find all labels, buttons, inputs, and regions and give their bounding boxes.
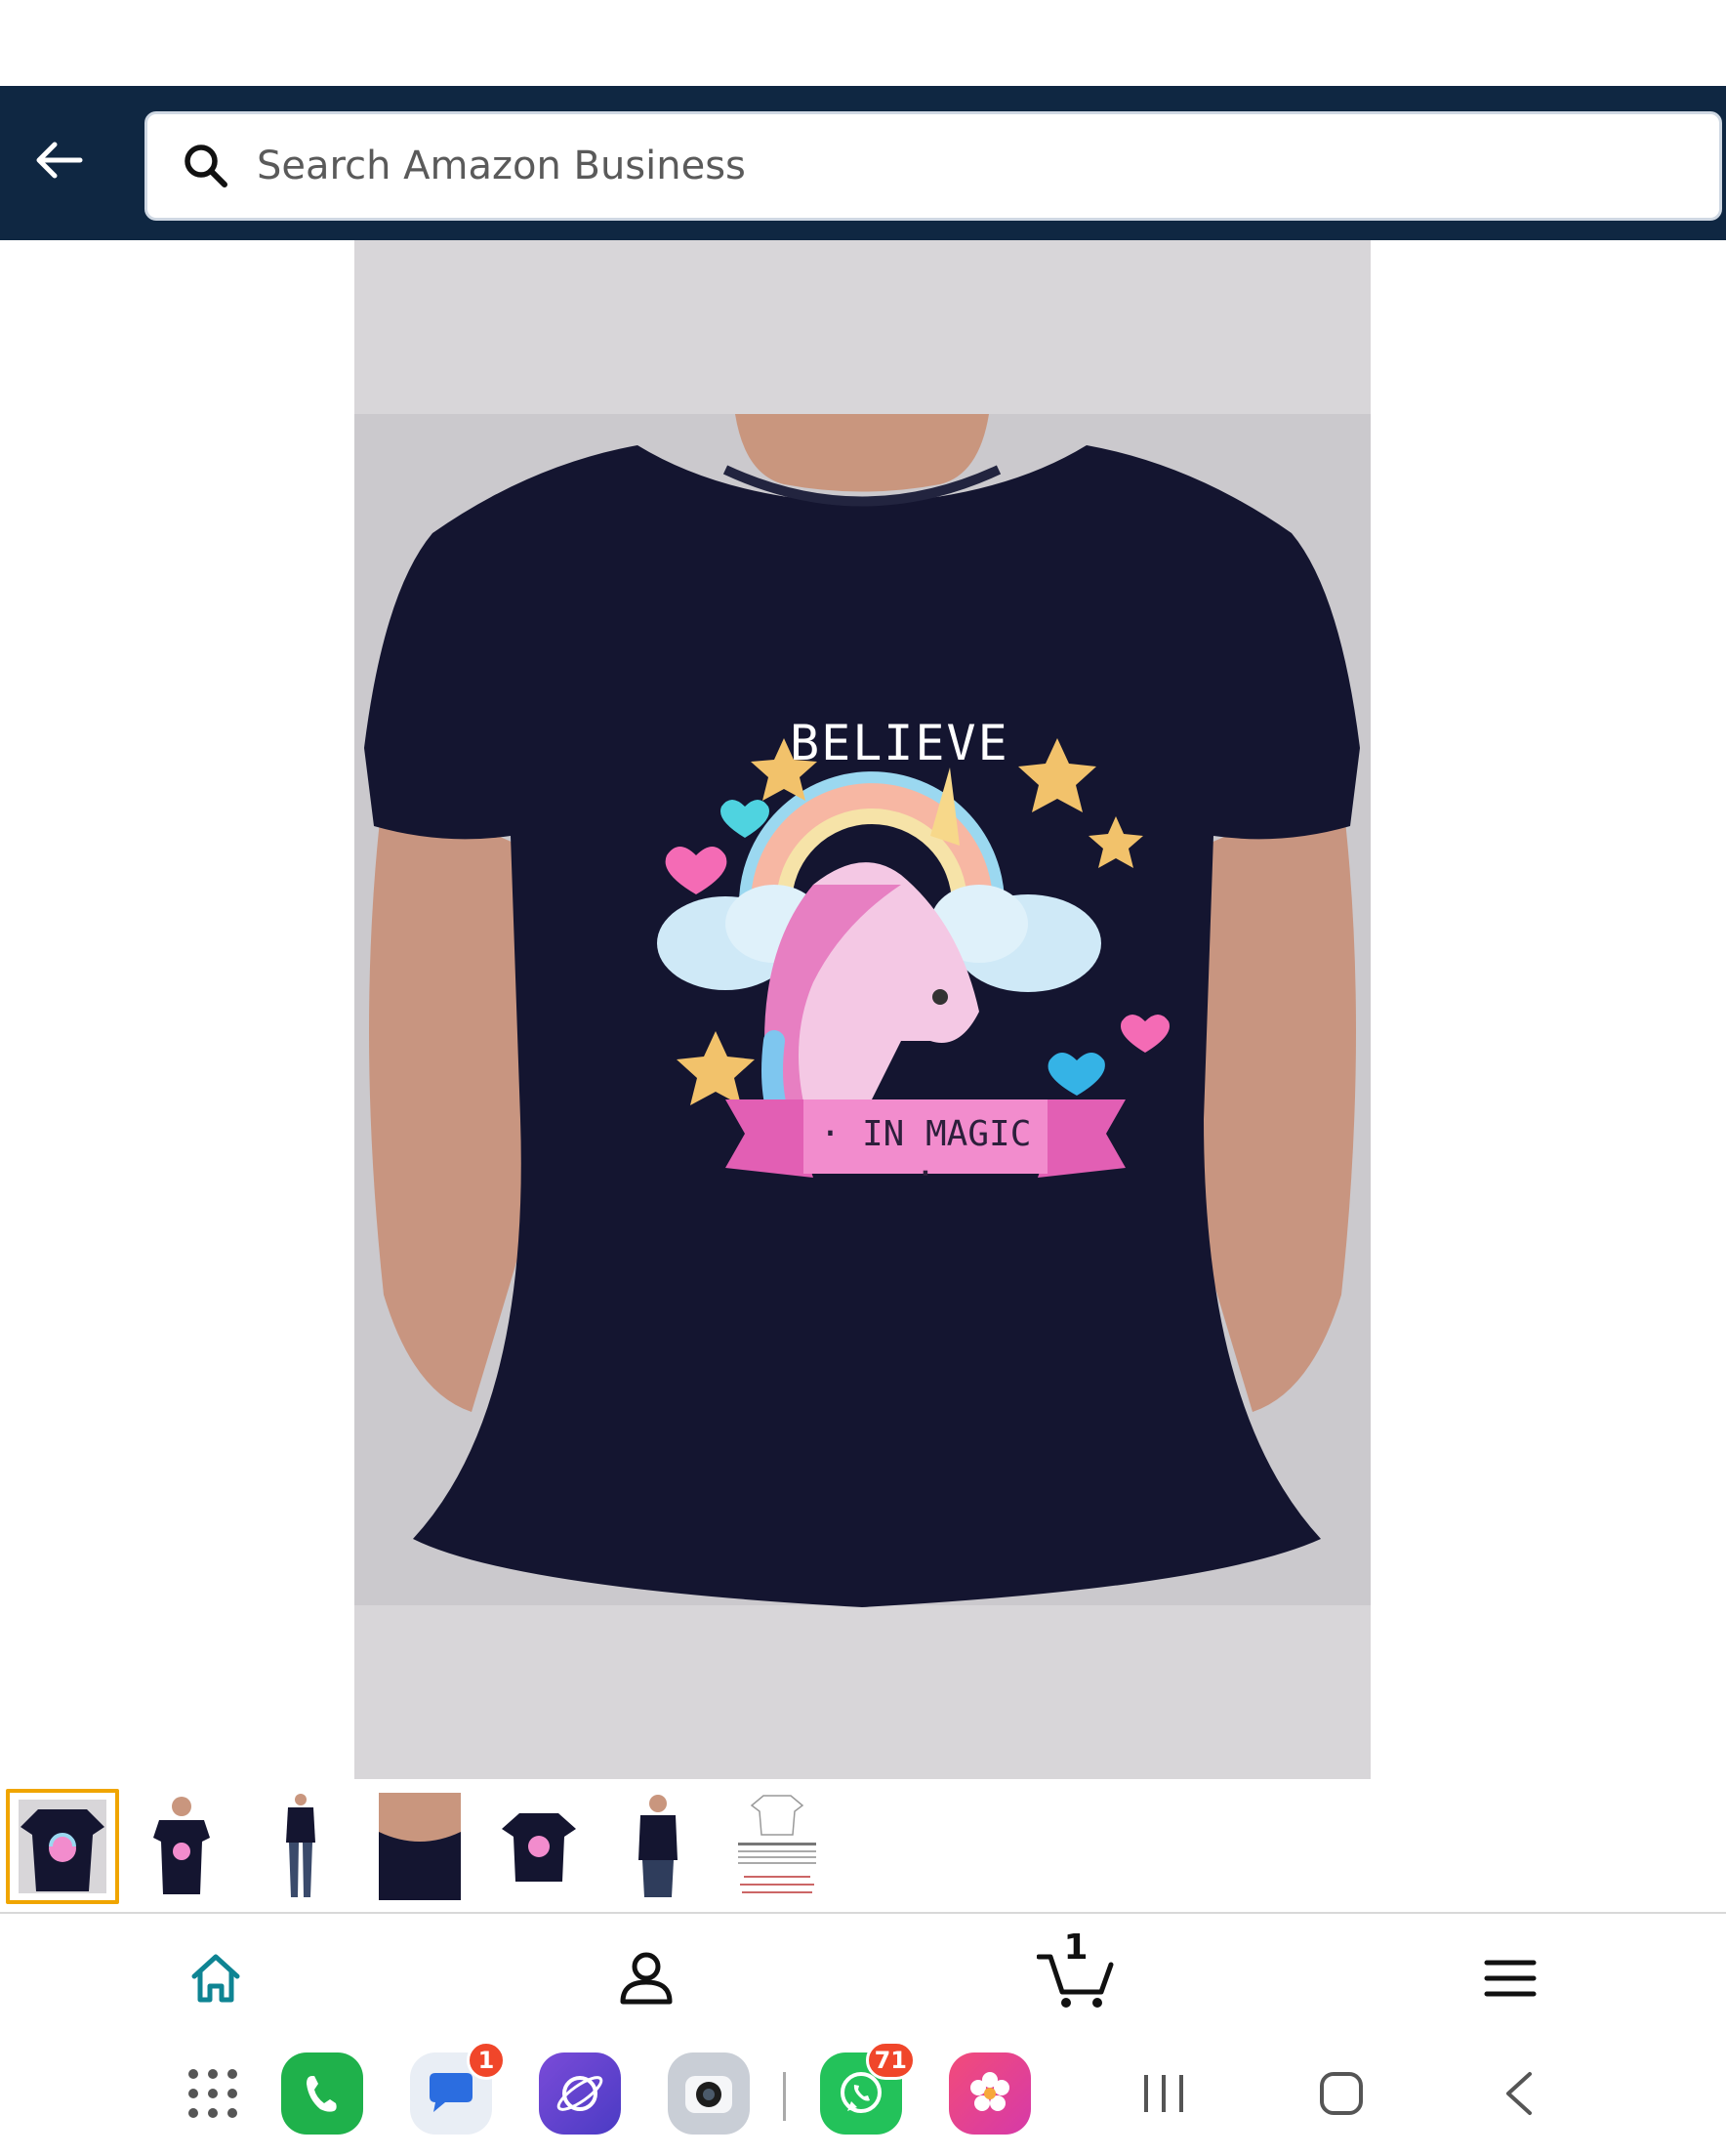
messages-badge: 1: [467, 2041, 506, 2080]
tshirt-thumb-icon: [19, 1800, 106, 1893]
nav-account[interactable]: [607, 1939, 685, 2017]
home-square-icon: [1320, 2072, 1363, 2115]
nav-cart[interactable]: 1: [1037, 1928, 1115, 2017]
back-arrow-icon: [36, 142, 83, 179]
chevron-left-icon: [1506, 2072, 1532, 2115]
phone-icon: [281, 2052, 363, 2135]
search-box[interactable]: [144, 111, 1722, 221]
menu-icon: [1484, 1960, 1537, 1997]
product-image[interactable]: BELIEVE · IN MAGIC ·: [354, 240, 1371, 1779]
dock-separator: [783, 2072, 786, 2121]
design-text-top: BELIEVE: [790, 715, 1009, 771]
system-back-button[interactable]: [1478, 2052, 1560, 2135]
thumbnail-4[interactable]: [363, 1789, 476, 1904]
size-chart-thumb-icon: [728, 1792, 826, 1901]
design-text-bottom: · IN MAGIC ·: [819, 1114, 1032, 1194]
tshirt-photo: [354, 240, 1371, 1779]
camera-icon: [668, 2052, 750, 2135]
bottom-nav: 1: [0, 1914, 1726, 2033]
gallery-icon: [949, 2052, 1031, 2135]
internet-icon: [539, 2052, 621, 2135]
whatsapp-badge: 71: [865, 2041, 916, 2080]
android-dock: 1 71: [0, 2033, 1726, 2156]
model-side-thumb-icon: [638, 1795, 678, 1897]
apps-grid-icon: [188, 2069, 237, 2118]
home-icon: [191, 1954, 240, 2003]
whatsapp-app[interactable]: 71: [820, 2041, 916, 2135]
thumbnail-3[interactable]: [244, 1789, 357, 1904]
model-full-thumb-icon: [286, 1794, 315, 1897]
thumbnail-7[interactable]: [720, 1789, 834, 1904]
gallery-app[interactable]: [949, 2052, 1031, 2135]
neck-closeup-thumb-icon: [379, 1793, 461, 1900]
home-button[interactable]: [1300, 2052, 1382, 2135]
model-thumb-icon: [153, 1797, 210, 1894]
cart-count: 1: [1063, 1928, 1089, 1968]
search-input[interactable]: [255, 143, 1625, 189]
thumbnail-5[interactable]: [482, 1789, 596, 1904]
phone-app[interactable]: [281, 2052, 363, 2135]
thumbnail-strip: [0, 1779, 1726, 1920]
thumbnail-6[interactable]: [601, 1789, 715, 1904]
messages-app[interactable]: 1: [410, 2041, 506, 2135]
search-icon: [177, 137, 235, 195]
thumbnail-2[interactable]: [125, 1789, 238, 1904]
camera-app[interactable]: [668, 2052, 750, 2135]
recents-button[interactable]: [1123, 2052, 1205, 2135]
account-icon: [620, 1952, 673, 2005]
nav-home[interactable]: [177, 1939, 255, 2017]
app-drawer-button[interactable]: [172, 2052, 254, 2135]
internet-app[interactable]: [539, 2052, 621, 2135]
thumbnail-1[interactable]: [6, 1789, 119, 1904]
flatlay-thumb-icon: [502, 1813, 576, 1882]
back-button[interactable]: [23, 125, 94, 195]
header-bar: [0, 86, 1726, 240]
nav-menu[interactable]: [1471, 1939, 1549, 2017]
recents-icon: [1144, 2075, 1183, 2112]
status-bar: [0, 0, 1726, 86]
